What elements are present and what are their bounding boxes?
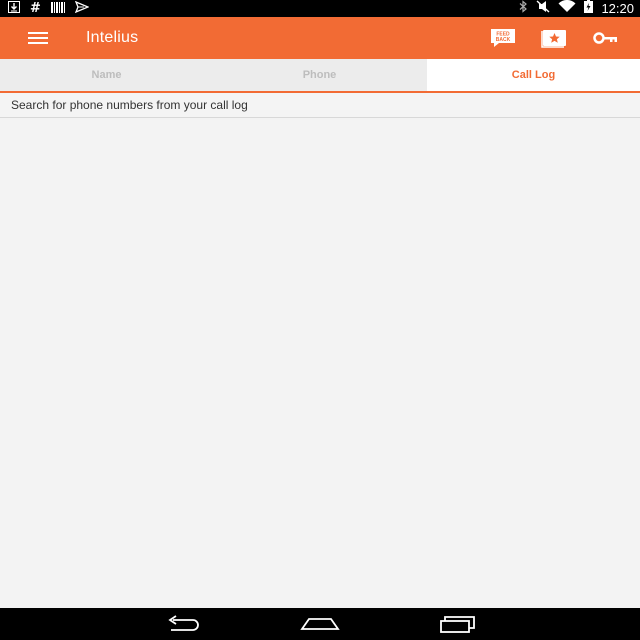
feedback-icon: FEED BACK	[491, 29, 515, 47]
hash-icon: #	[30, 1, 41, 16]
app-title: Intelius	[86, 29, 139, 46]
tab-bar: Name Phone Call Log	[0, 59, 640, 93]
feedback-button[interactable]: FEED BACK	[487, 25, 519, 51]
tab-phone[interactable]: Phone	[213, 59, 426, 91]
favorites-icon	[541, 30, 566, 48]
tab-name[interactable]: Name	[0, 59, 213, 91]
back-button[interactable]	[163, 614, 205, 634]
app-bar: Intelius FEED BACK	[0, 17, 640, 59]
tab-call-log[interactable]: Call Log	[427, 59, 640, 91]
favorites-button[interactable]	[538, 25, 570, 51]
search-placeholder: Search for phone numbers from your call …	[11, 98, 248, 112]
call-log-list	[0, 118, 640, 608]
wifi-icon	[558, 0, 576, 18]
clock: 12:20	[601, 1, 634, 16]
recents-icon	[440, 616, 475, 633]
mute-icon	[536, 0, 550, 18]
feedback-icon-text-bottom: BACK	[496, 37, 511, 43]
battery-icon	[584, 0, 594, 18]
call-log-search-field[interactable]: Search for phone numbers from your call …	[0, 93, 640, 118]
download-icon	[8, 0, 20, 18]
bluetooth-icon	[518, 0, 528, 18]
hamburger-icon	[28, 32, 48, 44]
barcode-icon	[50, 0, 65, 18]
back-icon	[168, 615, 199, 631]
navigation-bar	[0, 608, 640, 640]
status-bar: # 12:20	[0, 0, 640, 17]
home-icon	[300, 618, 340, 630]
send-icon	[74, 0, 90, 18]
key-icon	[593, 32, 617, 44]
home-button[interactable]	[299, 614, 341, 634]
key-button[interactable]	[590, 25, 622, 51]
recents-button[interactable]	[437, 614, 479, 634]
menu-button[interactable]	[20, 25, 56, 51]
